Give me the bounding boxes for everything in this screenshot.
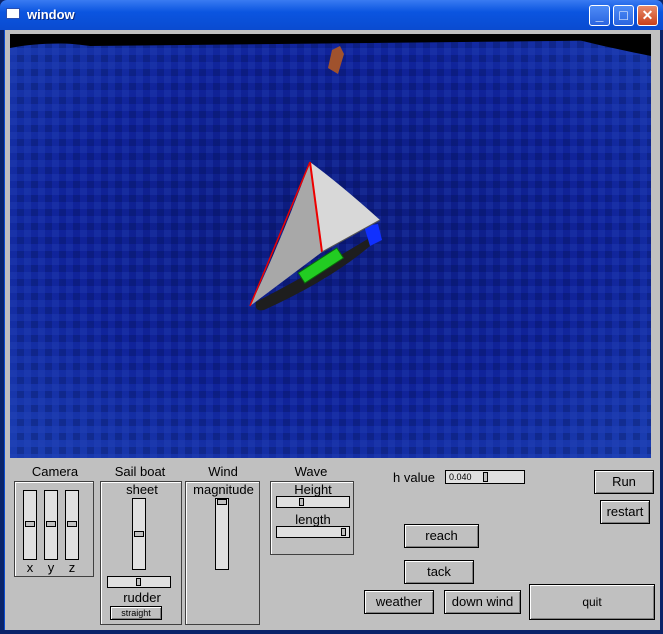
camera-y-slider[interactable] — [44, 490, 58, 560]
wave-length-label: length — [295, 512, 331, 527]
3d-viewport[interactable] — [10, 34, 651, 458]
camera-panel: x y z — [14, 481, 94, 577]
sheet-slider[interactable] — [132, 498, 146, 570]
client-area: Camera x y z Sail boat sheet rudder stra… — [4, 30, 660, 630]
wave-title: Wave — [294, 464, 328, 479]
restart-button[interactable]: restart — [600, 500, 650, 524]
tack-button[interactable]: tack — [404, 560, 474, 584]
camera-x-label: x — [26, 560, 34, 575]
camera-y-label: y — [47, 560, 55, 575]
sheet-label: sheet — [126, 482, 158, 497]
reach-button[interactable]: reach — [404, 524, 479, 548]
wind-panel: magnitude — [185, 481, 260, 625]
magnitude-label: magnitude — [193, 482, 254, 497]
camera-x-slider[interactable] — [23, 490, 37, 560]
wind-magnitude-slider[interactable] — [215, 498, 229, 570]
title-bar[interactable]: window _ □ ✕ — [0, 0, 663, 30]
sailboat-panel: sheet rudder straight — [100, 481, 182, 625]
sailboat-title: Sail boat — [114, 464, 166, 479]
sea-scene — [10, 34, 651, 458]
straight-button[interactable]: straight — [110, 606, 162, 620]
window-title: window — [27, 7, 75, 22]
close-button[interactable]: ✕ — [637, 5, 658, 26]
wave-length-slider[interactable] — [276, 526, 350, 538]
rudder-label: rudder — [123, 590, 161, 605]
weather-button[interactable]: weather — [364, 590, 434, 614]
wave-panel: Height length — [270, 481, 354, 555]
h-value-slider[interactable]: 0.040 — [445, 470, 525, 484]
wave-height-label: Height — [294, 482, 332, 497]
h-value-readout: 0.040 — [449, 472, 472, 482]
camera-z-label: z — [68, 560, 76, 575]
camera-title: Camera — [31, 464, 79, 479]
rudder-slider[interactable] — [107, 576, 171, 588]
h-value-label: h value — [393, 470, 435, 485]
run-button[interactable]: Run — [594, 470, 654, 494]
camera-z-slider[interactable] — [65, 490, 79, 560]
app-window: window _ □ ✕ Camera x y z Sail boat shee… — [0, 0, 663, 634]
quit-button[interactable]: quit — [529, 584, 655, 620]
minimize-button[interactable]: _ — [589, 5, 610, 26]
maximize-button[interactable]: □ — [613, 5, 634, 26]
window-icon — [6, 8, 20, 19]
down-wind-button[interactable]: down wind — [444, 590, 521, 614]
wave-height-slider[interactable] — [276, 496, 350, 508]
wind-title: Wind — [208, 464, 238, 479]
